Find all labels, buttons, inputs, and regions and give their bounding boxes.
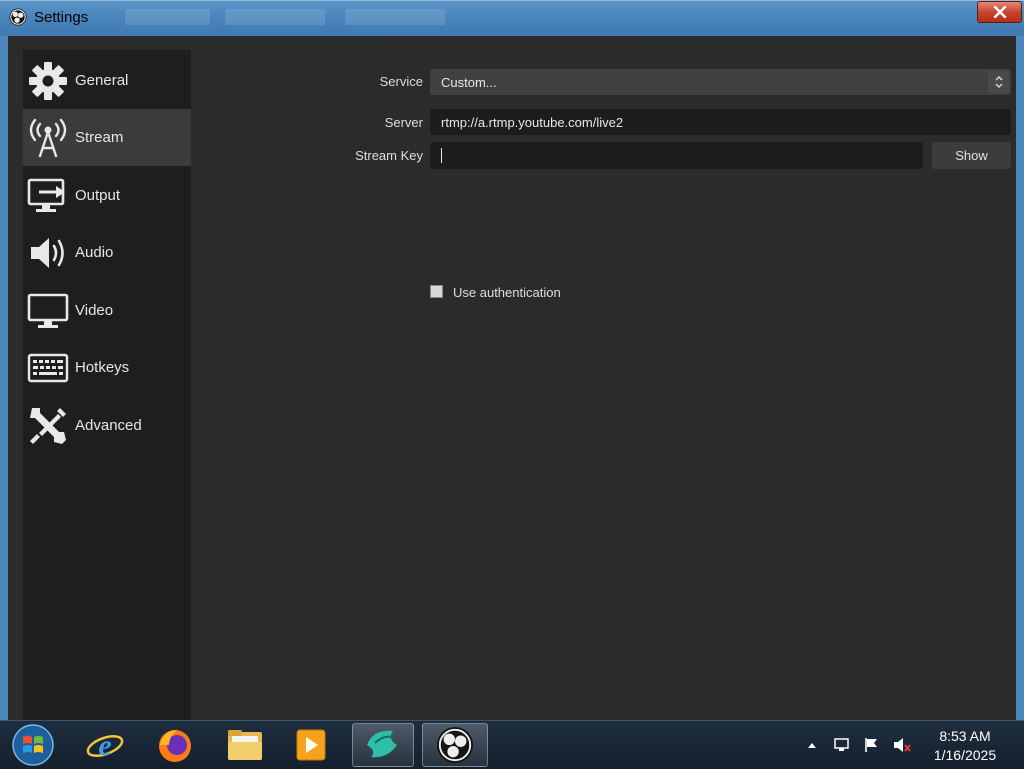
monitor-output-icon [26,174,70,218]
window-frame-left [0,36,8,720]
sidebar-item-label: Advanced [75,417,142,434]
close-button[interactable] [977,1,1022,23]
stream-key-input[interactable] [430,142,923,169]
server-value: rtmp://a.rtmp.youtube.com/live2 [441,114,624,130]
show-button[interactable]: Show [932,142,1011,169]
server-label: Server [384,115,423,130]
sidebar-item-audio[interactable]: Audio [23,224,191,281]
keyboard-icon [26,346,70,390]
sidebar-item-label: Video [75,302,114,319]
speaker-icon [26,231,70,275]
service-value: Custom... [441,74,497,90]
sidebar-item-stream[interactable]: Stream [23,109,191,166]
background-blur [125,9,210,25]
wrench-screwdriver-icon [26,404,70,448]
taskbar-clock[interactable]: 8:53 AM 1/16/2025 [922,727,1008,765]
background-blur [345,9,445,25]
sidebar-item-video[interactable]: Video [23,282,191,339]
settings-content: General Stream Output Audio Video Hotkey… [8,36,1016,720]
close-icon [993,6,1006,18]
spinner-arrows-icon [988,71,1009,93]
sidebar-item-advanced[interactable]: Advanced [23,397,191,454]
sidebar-item-output[interactable]: Output [23,167,191,224]
clock-date: 1/16/2025 [933,747,997,763]
volume-muted-icon[interactable] [893,737,911,753]
taskbar-app[interactable] [352,723,414,767]
media-player-icon [296,729,326,761]
settings-sidebar: General Stream Output Audio Video Hotkey… [23,50,191,720]
taskbar-media-player[interactable] [282,723,340,767]
broadcast-tower-icon [26,116,70,160]
sidebar-item-label: Hotkeys [75,359,130,376]
use-authentication-label[interactable]: Use authentication [453,285,561,300]
taskbar: e 8:53 AM 1/16/2025 [0,720,1024,769]
taskbar-firefox[interactable] [146,723,204,767]
taskbar-file-explorer[interactable] [216,723,274,767]
sidebar-item-label: Output [75,187,121,204]
app-icon [367,730,397,758]
show-hidden-icons-icon[interactable] [803,737,821,753]
sidebar-item-label: Audio [75,244,114,261]
taskbar-internet-explorer[interactable]: e [76,723,134,767]
action-center-flag-icon[interactable] [863,737,881,753]
gear-icon [26,59,70,103]
window-frame-right [1016,36,1024,720]
sidebar-item-hotkeys[interactable]: Hotkeys [23,339,191,396]
start-button[interactable] [4,723,62,767]
file-explorer-icon [228,730,262,760]
title-bar: Settings [0,0,1024,36]
svg-text:e: e [98,729,111,762]
taskbar-obs[interactable] [422,723,488,767]
clock-time: 8:53 AM [939,728,991,744]
sidebar-item-general[interactable]: General [23,52,191,109]
service-label: Service [379,74,423,89]
server-input[interactable]: rtmp://a.rtmp.youtube.com/live2 [430,109,1011,135]
service-select[interactable]: Custom... [430,69,1011,95]
monitor-icon [26,289,70,333]
background-blur [225,9,325,25]
use-authentication-checkbox[interactable] [430,285,443,298]
firefox-icon [159,730,191,762]
stream-key-label: Stream Key [355,148,423,163]
internet-explorer-icon: e [86,729,124,762]
network-icon[interactable] [833,737,851,753]
text-cursor [441,148,442,163]
sidebar-item-label: General [75,72,129,89]
start-orb-icon [12,724,54,766]
window-title: Settings [34,9,89,26]
obs-logo-icon [9,8,27,26]
sidebar-item-label: Stream [75,129,124,146]
obs-icon [436,726,474,764]
